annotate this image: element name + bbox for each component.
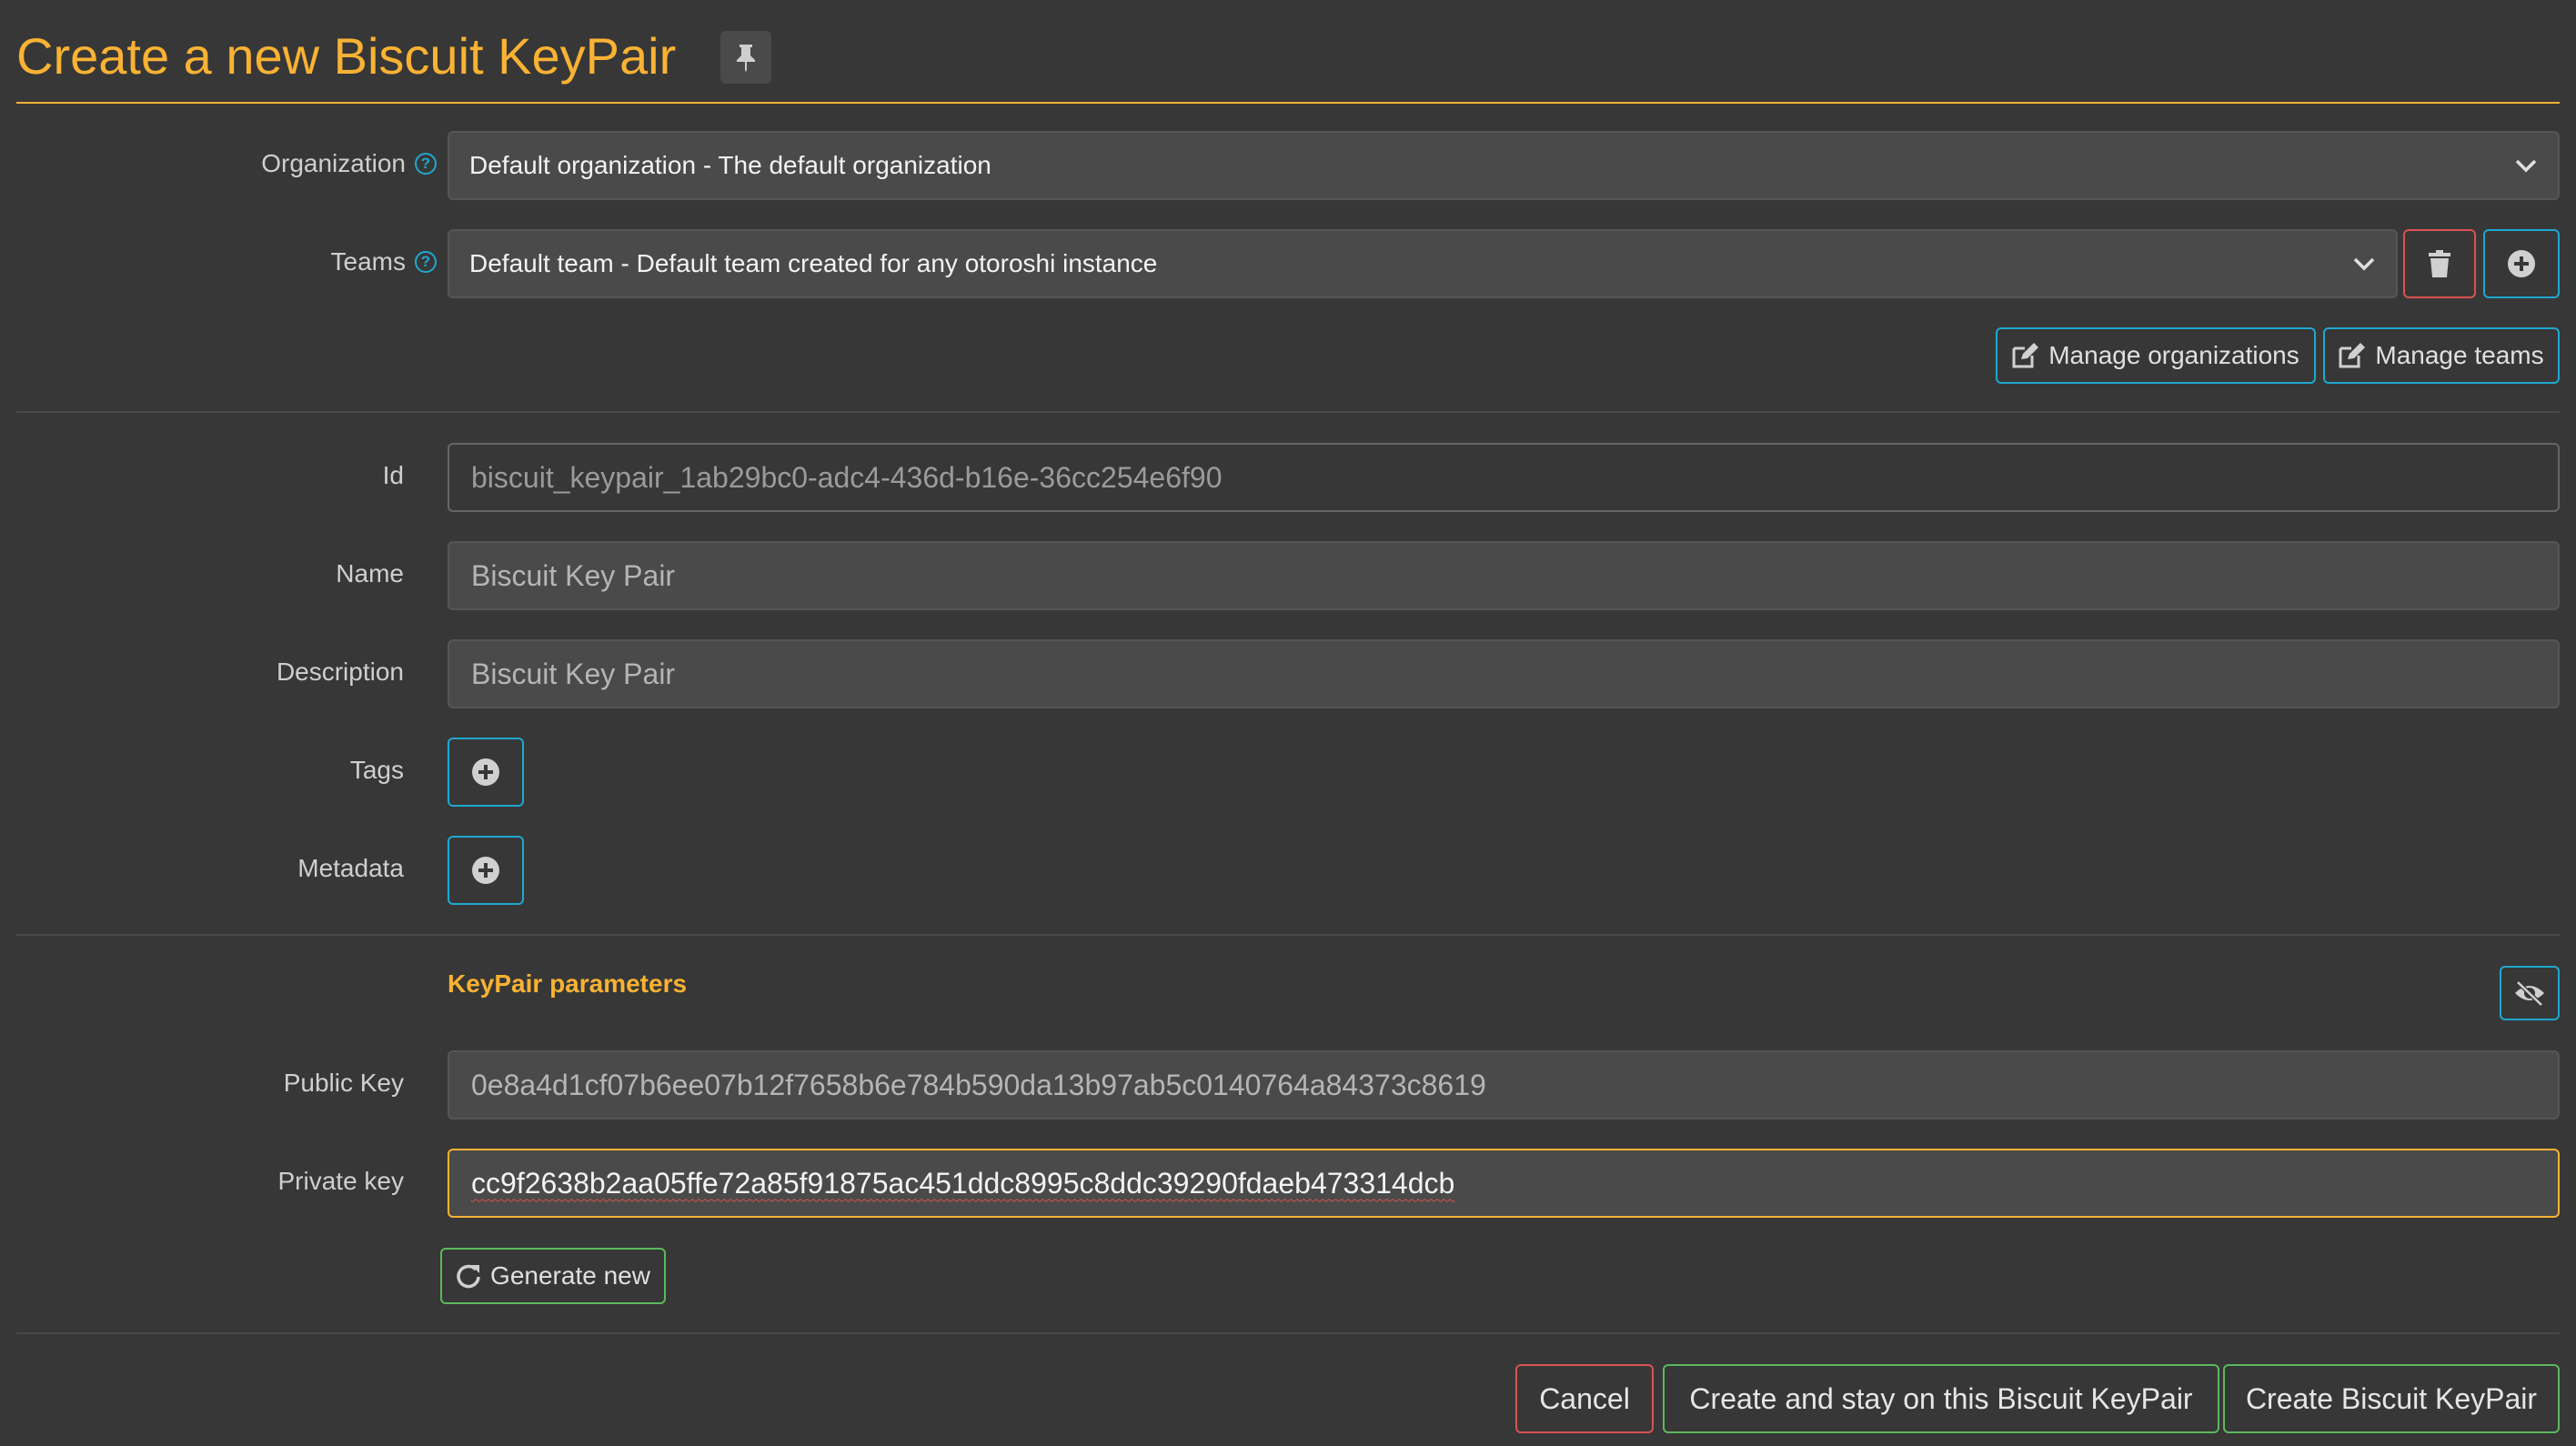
chevron-down-icon	[2515, 159, 2537, 173]
id-input[interactable]: biscuit_keypair_1ab29bc0-adc4-436d-b16e-…	[448, 443, 2560, 512]
keypair-section-title: KeyPair parameters	[448, 969, 688, 998]
title-divider	[16, 102, 2560, 104]
add-metadata-button[interactable]	[448, 836, 524, 905]
section-divider	[16, 934, 2560, 936]
manage-organizations-label: Manage organizations	[2048, 341, 2299, 369]
section-divider	[16, 1332, 2560, 1334]
description-label: Description	[276, 658, 404, 686]
metadata-label: Metadata	[297, 854, 404, 882]
description-input[interactable]: Biscuit Key Pair	[448, 639, 2560, 708]
private-key-value: cc9f2638b2aa05ffe72a85f91875ac451ddc8995…	[471, 1166, 1455, 1200]
eye-slash-icon	[2515, 980, 2544, 1006]
help-icon[interactable]: ?	[415, 153, 437, 175]
private-key-label: Private key	[277, 1167, 405, 1195]
private-key-input[interactable]: cc9f2638b2aa05ffe72a85f91875ac451ddc8995…	[448, 1149, 2560, 1218]
delete-team-button[interactable]	[2403, 229, 2476, 298]
create-and-stay-button[interactable]: Create and stay on this Biscuit KeyPair	[1663, 1364, 2219, 1433]
teams-select[interactable]: Default team - Default team created for …	[448, 229, 2398, 298]
page-title: Create a new Biscuit KeyPair	[16, 27, 677, 85]
section-divider	[16, 411, 2560, 413]
teams-label: Teams ?	[182, 235, 437, 289]
edit-icon	[2339, 343, 2366, 368]
public-key-label: Public Key	[283, 1069, 404, 1097]
manage-organizations-button[interactable]: Manage organizations	[1996, 327, 2316, 384]
plus-circle-icon	[2508, 250, 2535, 277]
organization-select[interactable]: Default organization - The default organ…	[448, 131, 2560, 200]
help-icon[interactable]: ?	[415, 251, 437, 273]
manage-teams-button[interactable]: Manage teams	[2323, 327, 2560, 384]
name-label: Name	[336, 559, 404, 587]
chevron-down-icon	[2353, 257, 2375, 271]
organization-label-text: Organization	[261, 149, 406, 177]
organization-label: Organization ?	[182, 136, 437, 191]
generate-new-button[interactable]: Generate new	[440, 1248, 666, 1304]
teams-label-text: Teams	[330, 247, 406, 276]
tags-label: Tags	[349, 756, 404, 784]
id-label: Id	[382, 461, 404, 489]
pin-icon	[737, 45, 755, 72]
toggle-visibility-button[interactable]	[2500, 966, 2560, 1020]
create-button[interactable]: Create Biscuit KeyPair	[2223, 1364, 2560, 1433]
plus-circle-icon	[472, 857, 499, 884]
add-tag-button[interactable]	[448, 738, 524, 807]
refresh-icon	[457, 1264, 480, 1289]
public-key-input[interactable]: 0e8a4d1cf07b6ee07b12f7658b6e784b590da13b…	[448, 1050, 2560, 1120]
organization-value: Default organization - The default organ…	[469, 151, 991, 179]
teams-value: Default team - Default team created for …	[469, 249, 1158, 277]
add-team-button[interactable]	[2483, 229, 2560, 298]
name-input[interactable]: Biscuit Key Pair	[448, 541, 2560, 610]
edit-icon	[2012, 343, 2039, 368]
trash-icon	[2429, 250, 2450, 277]
generate-new-label: Generate new	[490, 1261, 650, 1290]
pin-button[interactable]	[720, 31, 771, 84]
cancel-button[interactable]: Cancel	[1515, 1364, 1654, 1433]
plus-circle-icon	[472, 758, 499, 786]
manage-teams-label: Manage teams	[2375, 341, 2544, 369]
